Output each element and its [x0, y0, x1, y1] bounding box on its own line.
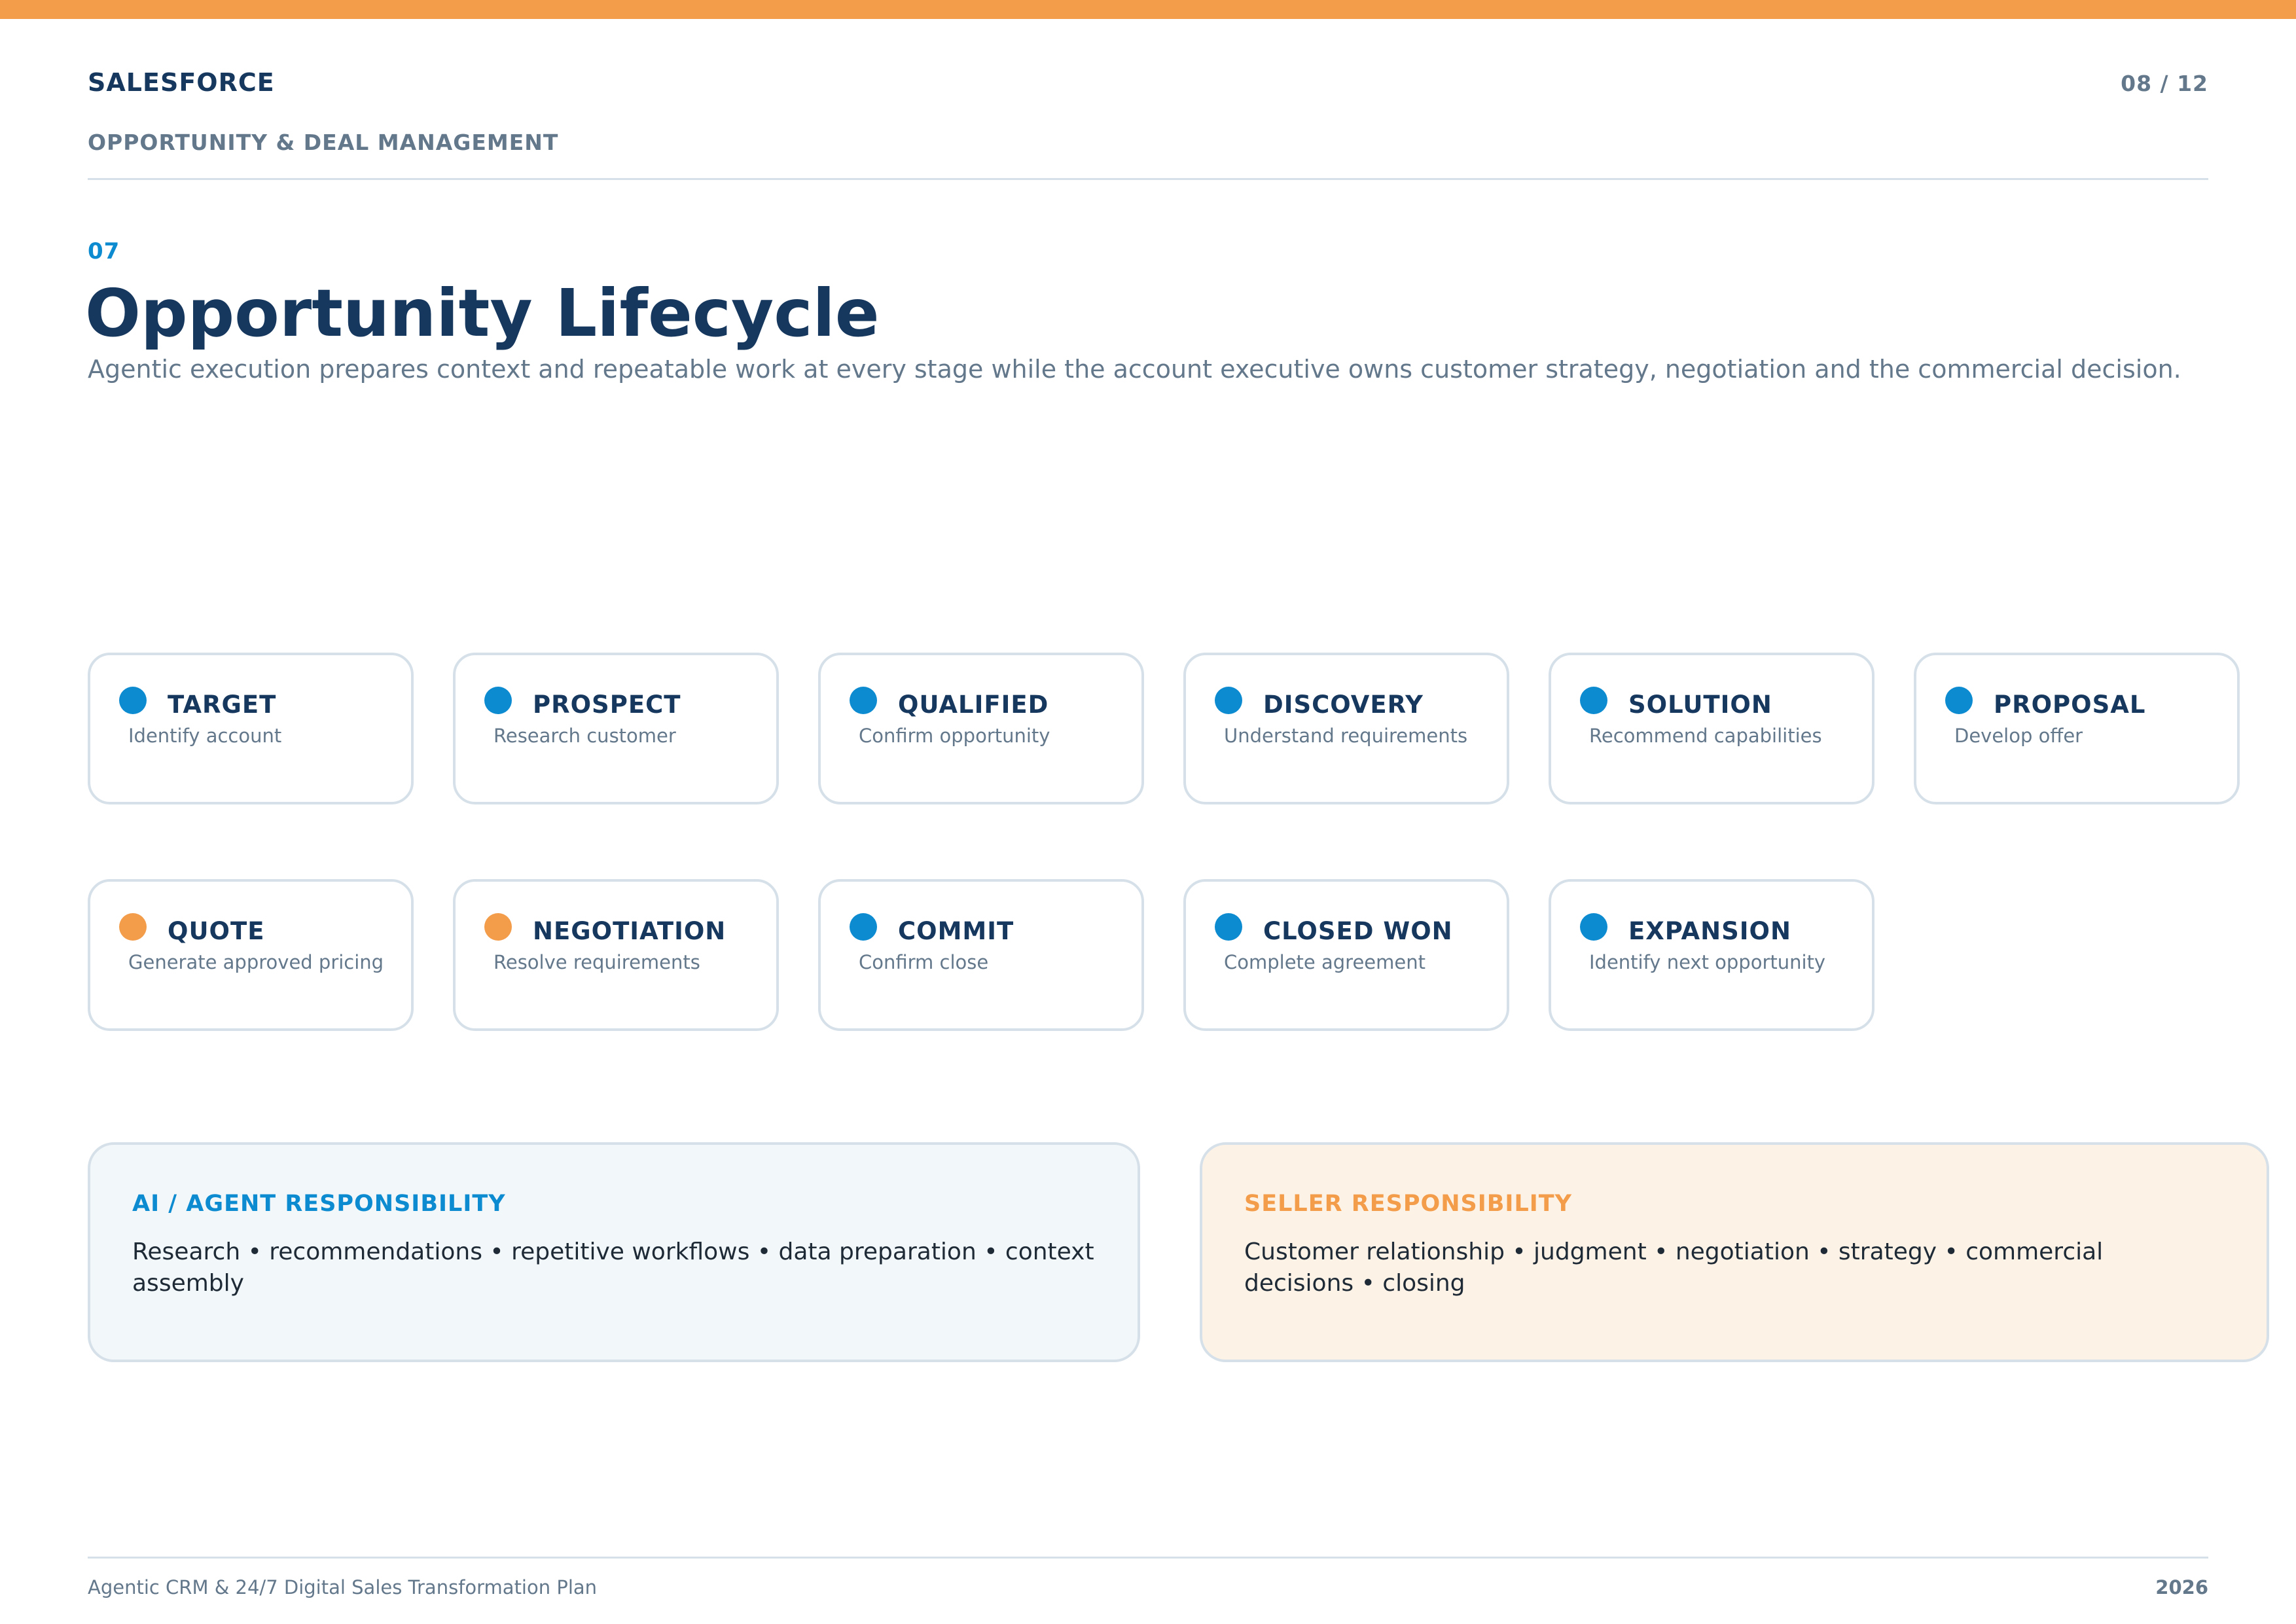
stage-card-closed-won: CLOSED WON Complete agreement — [1183, 879, 1509, 1031]
footer-document-title: Agentic CRM & 24/7 Digital Sales Transfo… — [88, 1576, 598, 1598]
ai-responsibility-text: Research • recommendations • repetitive … — [132, 1238, 1094, 1297]
stage-dot-icon — [1580, 913, 1607, 941]
stage-dot-icon — [850, 913, 877, 941]
header-divider — [88, 178, 2208, 180]
stage-name: SOLUTION — [1628, 691, 1772, 719]
stage-dot-icon — [119, 913, 147, 941]
ai-responsibility-title: AI / AGENT RESPONSIBILITY — [132, 1191, 506, 1217]
stage-name: EXPANSION — [1628, 917, 1791, 945]
footer-year: 2026 — [2155, 1576, 2208, 1598]
stage-description: Generate approved pricing — [128, 951, 384, 973]
stage-card-qualified: QUALIFIED Confirm opportunity — [818, 653, 1144, 804]
brand-name: SALESFORCE — [88, 68, 275, 97]
stage-dot-icon — [1215, 687, 1242, 714]
stage-name: QUOTE — [168, 917, 265, 945]
stage-dot-icon — [1945, 687, 1973, 714]
slide-number: 07 — [88, 238, 120, 264]
stage-card-discovery: DISCOVERY Understand requirements — [1183, 653, 1509, 804]
ai-responsibility-panel: AI / AGENT RESPONSIBILITY Research • rec… — [88, 1142, 1140, 1362]
stage-dot-icon — [119, 687, 147, 714]
section-title: OPPORTUNITY & DEAL MANAGEMENT — [88, 130, 559, 155]
stage-description: Confirm close — [859, 951, 989, 973]
stage-name: COMMIT — [898, 917, 1014, 945]
seller-responsibility-panel: SELLER RESPONSIBILITY Customer relations… — [1200, 1142, 2269, 1362]
stage-card-prospect: PROSPECT Research customer — [453, 653, 779, 804]
stage-description: Research customer — [493, 725, 676, 747]
page-number: 08 / 12 — [2121, 71, 2208, 96]
stage-card-commit: COMMIT Confirm close — [818, 879, 1144, 1031]
top-accent-bar — [0, 0, 2296, 19]
stage-name: QUALIFIED — [898, 691, 1049, 719]
stage-description: Develop offer — [1954, 725, 2083, 747]
stage-name: CLOSED WON — [1263, 917, 1453, 945]
stage-description: Complete agreement — [1224, 951, 1426, 973]
stage-dot-icon — [850, 687, 877, 714]
stage-card-expansion: EXPANSION Identify next opportunity — [1549, 879, 1874, 1031]
stage-dot-icon — [1580, 687, 1607, 714]
stage-name: DISCOVERY — [1263, 691, 1424, 719]
stage-dot-icon — [484, 913, 512, 941]
page-subtitle: Agentic execution prepares context and r… — [88, 355, 2181, 384]
stage-description: Identify account — [128, 725, 282, 747]
stage-card-negotiation: NEGOTIATION Resolve requirements — [453, 879, 779, 1031]
stage-description: Understand requirements — [1224, 725, 1468, 747]
stage-dot-icon — [1215, 913, 1242, 941]
seller-responsibility-title: SELLER RESPONSIBILITY — [1244, 1191, 1573, 1217]
stage-card-proposal: PROPOSAL Develop offer — [1914, 653, 2240, 804]
stage-name: TARGET — [168, 691, 277, 719]
stage-description: Resolve requirements — [493, 951, 700, 973]
stage-card-quote: QUOTE Generate approved pricing — [88, 879, 414, 1031]
seller-responsibility-text: Customer relationship • judgment • negot… — [1244, 1238, 2104, 1297]
footer-divider — [88, 1557, 2208, 1559]
stage-card-target: TARGET Identify account — [88, 653, 414, 804]
stage-description: Identify next opportunity — [1589, 951, 1826, 973]
stage-description: Recommend capabilities — [1589, 725, 1822, 747]
stage-name: PROPOSAL — [1994, 691, 2146, 719]
page-title: Opportunity Lifecycle — [85, 275, 880, 352]
stage-name: PROSPECT — [533, 691, 681, 719]
stage-dot-icon — [484, 687, 512, 714]
stage-description: Confirm opportunity — [859, 725, 1050, 747]
stage-card-solution: SOLUTION Recommend capabilities — [1549, 653, 1874, 804]
stage-name: NEGOTIATION — [533, 917, 726, 945]
